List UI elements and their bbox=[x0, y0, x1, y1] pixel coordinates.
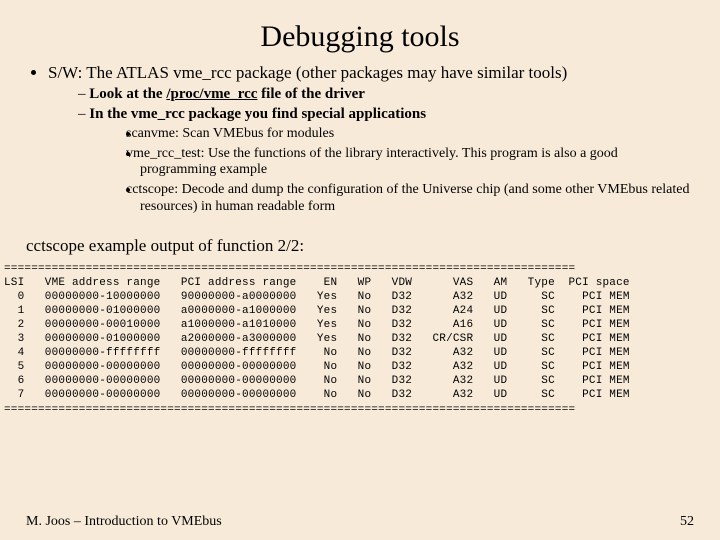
sub-1a-post: file of the driver bbox=[257, 86, 364, 102]
bullet-1: S/W: The ATLAS vme_rcc package (other pa… bbox=[48, 62, 694, 216]
footer-text: M. Joos – Introduction to VMEbus bbox=[26, 514, 222, 530]
cctscope-output: ========================================… bbox=[0, 262, 720, 417]
sub-1b-text: In the vme_rcc package you find special … bbox=[89, 106, 426, 122]
sub-1a: Look at the /proc/vme_rcc file of the dr… bbox=[78, 85, 694, 104]
bullet-list: S/W: The ATLAS vme_rcc package (other pa… bbox=[26, 62, 694, 216]
page-number: 52 bbox=[680, 514, 694, 530]
bullet-1-text: S/W: The ATLAS vme_rcc package (other pa… bbox=[48, 63, 567, 82]
sub-list-1: Look at the /proc/vme_rcc file of the dr… bbox=[48, 85, 694, 215]
sub-1a-pre: Look at the bbox=[89, 86, 166, 102]
cctscope-caption: cctscope example output of function 2/2: bbox=[26, 236, 694, 256]
page-title: Debugging tools bbox=[26, 20, 694, 54]
sub2c: cctscope: Decode and dump the configurat… bbox=[140, 182, 694, 216]
sub2b: vme_rcc_test: Use the functions of the l… bbox=[140, 146, 694, 180]
sub-1a-underline: /proc/vme_rcc bbox=[166, 86, 257, 102]
sub-1b: In the vme_rcc package you find special … bbox=[78, 105, 694, 216]
sub-sub-list: scanvme: Scan VMEbus for modules vme_rcc… bbox=[92, 126, 694, 216]
sub2a: scanvme: Scan VMEbus for modules bbox=[140, 126, 694, 143]
